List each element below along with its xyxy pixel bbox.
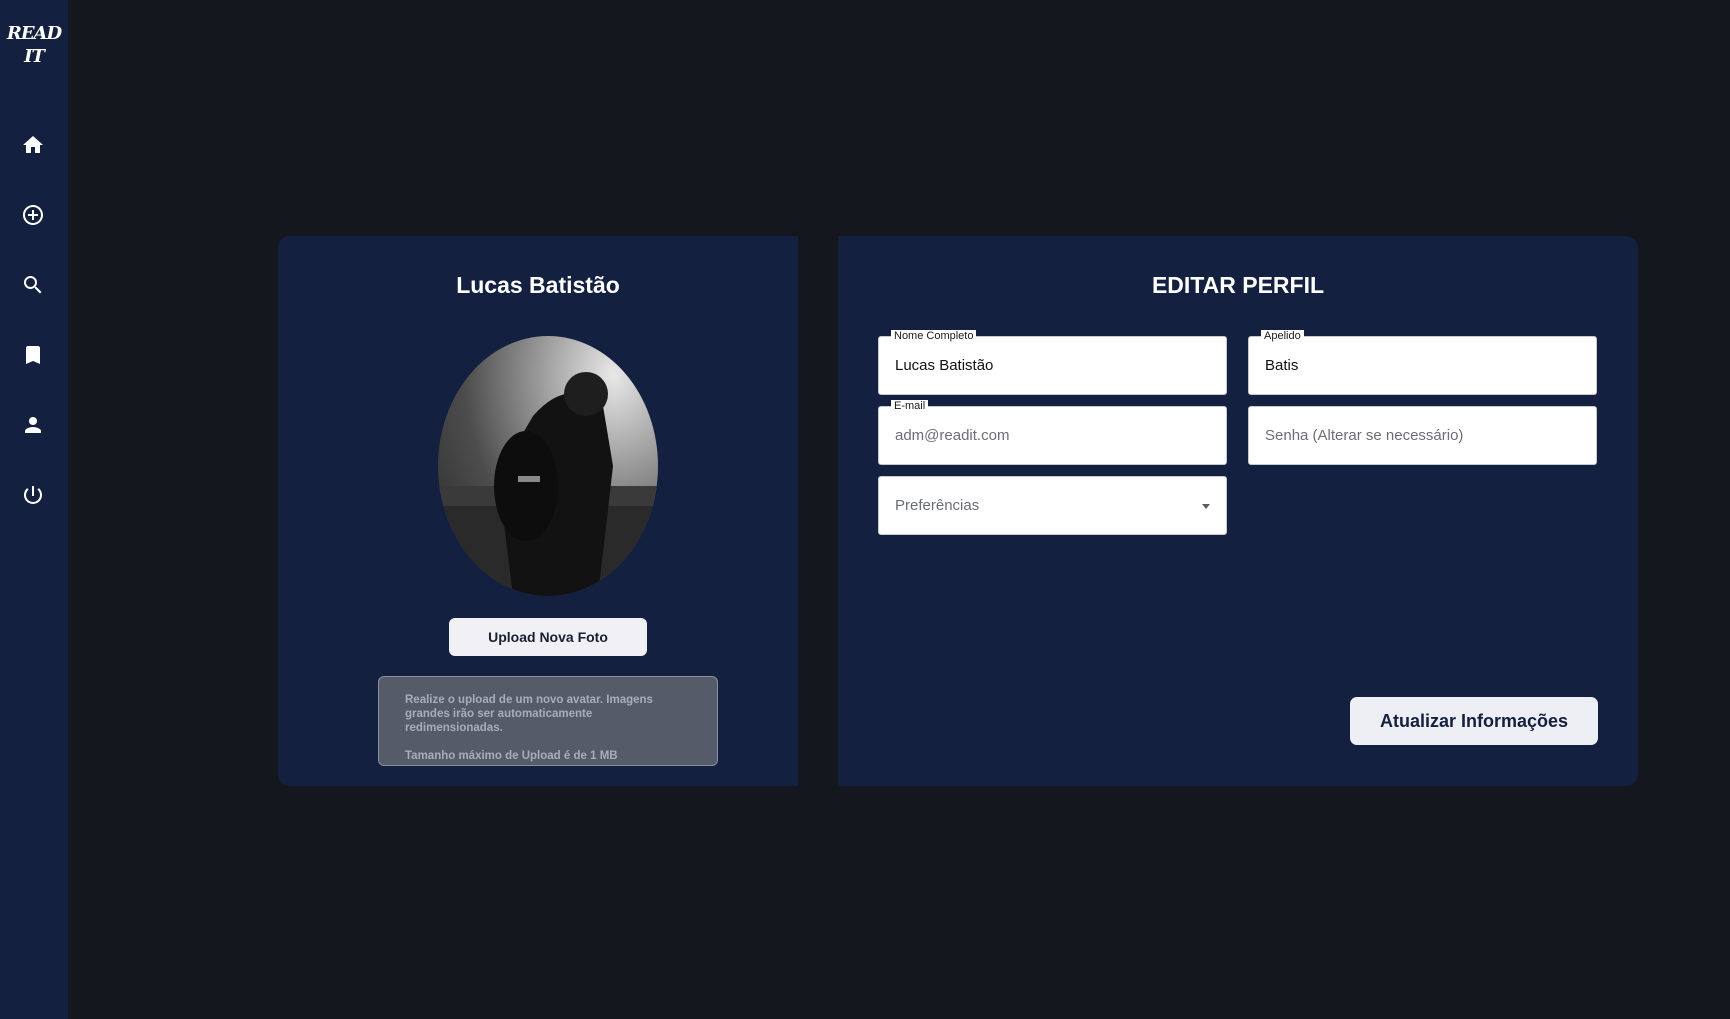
preferences-placeholder: Preferências <box>895 497 980 514</box>
logo-line-1: READ <box>6 23 62 44</box>
logo-line-2: IT <box>24 46 45 67</box>
power-icon <box>23 486 42 504</box>
full-name-input[interactable] <box>895 337 1215 394</box>
upload-info-box: Realize o upload de um novo avatar. Imag… <box>378 676 718 766</box>
dropdown-arrow-icon <box>1202 504 1210 509</box>
bookmark-icon <box>26 346 40 364</box>
email-field[interactable]: E-mail <box>878 400 1227 465</box>
profile-card: Lucas Batistão Upload Nova Foto Realize … <box>278 236 798 786</box>
password-field[interactable] <box>1248 406 1597 465</box>
email-input[interactable] <box>895 407 1215 464</box>
add-circle-icon <box>23 205 43 225</box>
avatar <box>438 336 658 596</box>
avatar-photo <box>438 372 658 596</box>
nav-search[interactable] <box>18 270 48 300</box>
nav-add[interactable] <box>18 200 48 230</box>
nickname-field[interactable]: Apelido <box>1248 330 1597 395</box>
upload-size-limit: Tamanho máximo de Upload é de 1 MB <box>405 750 618 762</box>
preferences-select[interactable]: Preferências <box>878 476 1227 535</box>
nickname-input[interactable] <box>1265 337 1585 394</box>
update-info-button[interactable]: Atualizar Informações <box>1350 697 1598 745</box>
profile-name: Lucas Batistão <box>456 272 620 298</box>
nav-home[interactable] <box>18 130 48 160</box>
nav-bookmarks[interactable] <box>18 340 48 370</box>
nav-logout[interactable] <box>18 480 48 510</box>
upload-info-text: Realize o upload de um novo avatar. Imag… <box>405 694 653 734</box>
nav-profile[interactable] <box>18 410 48 440</box>
upload-photo-button[interactable]: Upload Nova Foto <box>449 618 647 656</box>
password-input[interactable] <box>1265 407 1585 464</box>
search-icon <box>24 276 42 294</box>
edit-profile-title: EDITAR PERFIL <box>1151 272 1325 298</box>
home-icon <box>23 136 43 153</box>
app-logo[interactable]: READ IT <box>0 22 68 68</box>
sidebar: READ IT <box>0 0 68 1019</box>
edit-profile-card: EDITAR PERFIL Nome Completo Apelido E-ma… <box>838 236 1638 786</box>
person-icon <box>25 417 41 433</box>
full-name-field[interactable]: Nome Completo <box>878 330 1227 395</box>
